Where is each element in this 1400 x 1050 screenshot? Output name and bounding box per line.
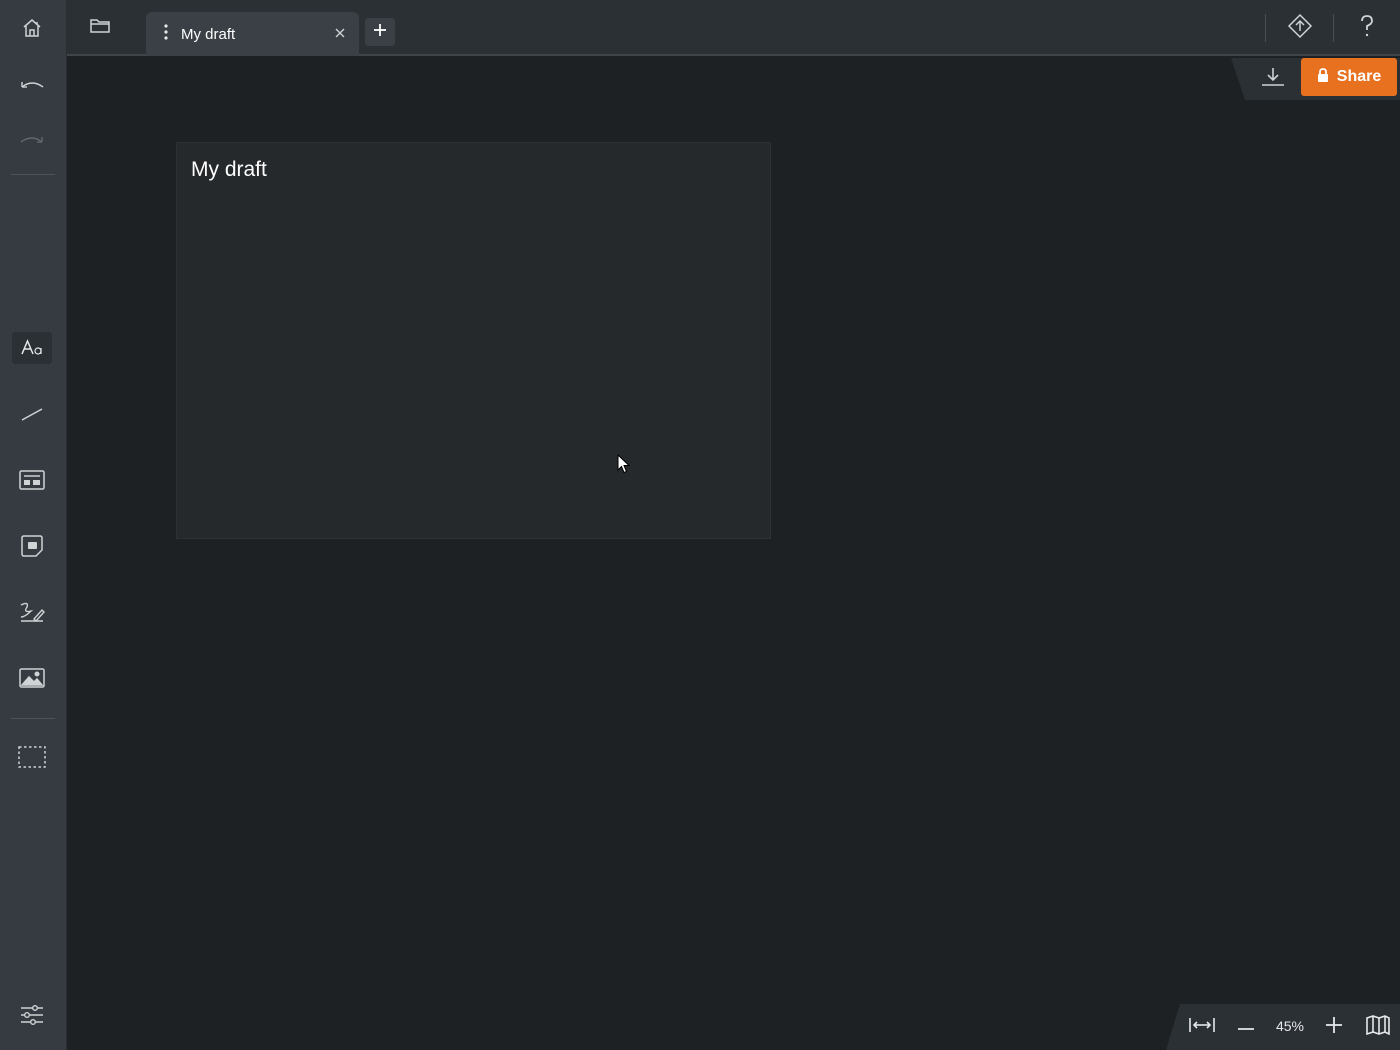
map-icon <box>1365 1014 1391 1040</box>
template-tool-button[interactable] <box>12 464 52 496</box>
freehand-pen-icon <box>17 599 47 625</box>
redo-button[interactable] <box>12 124 52 156</box>
new-tab-button[interactable] <box>365 18 395 46</box>
left-toolbar <box>0 0 67 1050</box>
open-folder-button[interactable] <box>84 12 116 44</box>
redo-icon <box>17 130 47 150</box>
toolbar-divider <box>1333 14 1334 42</box>
minus-icon <box>1238 1018 1254 1036</box>
settings-button[interactable] <box>12 999 52 1031</box>
board-frame[interactable]: My draft <box>176 142 771 539</box>
zoom-controls: 45% <box>1166 1004 1400 1050</box>
line-tool-button[interactable] <box>12 398 52 430</box>
toolbar-divider <box>1265 14 1266 42</box>
zoom-in-button[interactable] <box>1318 1012 1350 1042</box>
line-tool-icon <box>18 404 46 424</box>
plus-icon <box>373 23 387 42</box>
home-icon <box>20 16 44 40</box>
close-icon <box>335 25 345 43</box>
zoom-level[interactable]: 45% <box>1270 1018 1310 1034</box>
top-bar: My draft <box>67 0 1400 56</box>
fit-width-button[interactable] <box>1186 1012 1218 1042</box>
board-title[interactable]: My draft <box>191 158 267 182</box>
tab-close-button[interactable] <box>329 23 351 45</box>
tab-label: My draft <box>181 25 236 43</box>
sticky-note-tool-button[interactable] <box>12 530 52 562</box>
mouse-cursor-icon <box>617 453 631 479</box>
sticky-note-icon <box>18 533 46 559</box>
canvas[interactable]: My draft <box>67 58 1400 1050</box>
zoom-out-button[interactable] <box>1230 1012 1262 1042</box>
plus-icon <box>1326 1016 1342 1038</box>
image-tool-button[interactable] <box>12 662 52 694</box>
text-tool-button[interactable] <box>12 332 52 364</box>
folder-icon <box>89 17 111 40</box>
minimap-button[interactable] <box>1362 1012 1394 1042</box>
template-icon <box>18 469 46 491</box>
undo-button[interactable] <box>12 69 52 101</box>
sidebar-divider <box>11 718 55 719</box>
frame-select-tool-button[interactable] <box>12 741 52 773</box>
frame-select-icon <box>17 745 47 769</box>
settings-sliders-icon <box>19 1003 45 1027</box>
question-mark-icon <box>1359 14 1375 43</box>
tab-my-draft[interactable]: My draft <box>146 12 359 56</box>
fit-width-icon <box>1188 1015 1216 1040</box>
sidebar-divider <box>11 174 55 175</box>
kebab-menu-icon <box>164 23 168 45</box>
help-button[interactable] <box>1351 12 1383 44</box>
diamond-icon <box>1287 13 1313 44</box>
undo-icon <box>17 75 47 95</box>
image-icon <box>18 667 46 689</box>
text-tool-icon <box>19 338 45 358</box>
home-button[interactable] <box>12 12 52 44</box>
diamond-button[interactable] <box>1284 12 1316 44</box>
pen-tool-button[interactable] <box>12 596 52 628</box>
tab-menu-button[interactable] <box>156 22 176 46</box>
